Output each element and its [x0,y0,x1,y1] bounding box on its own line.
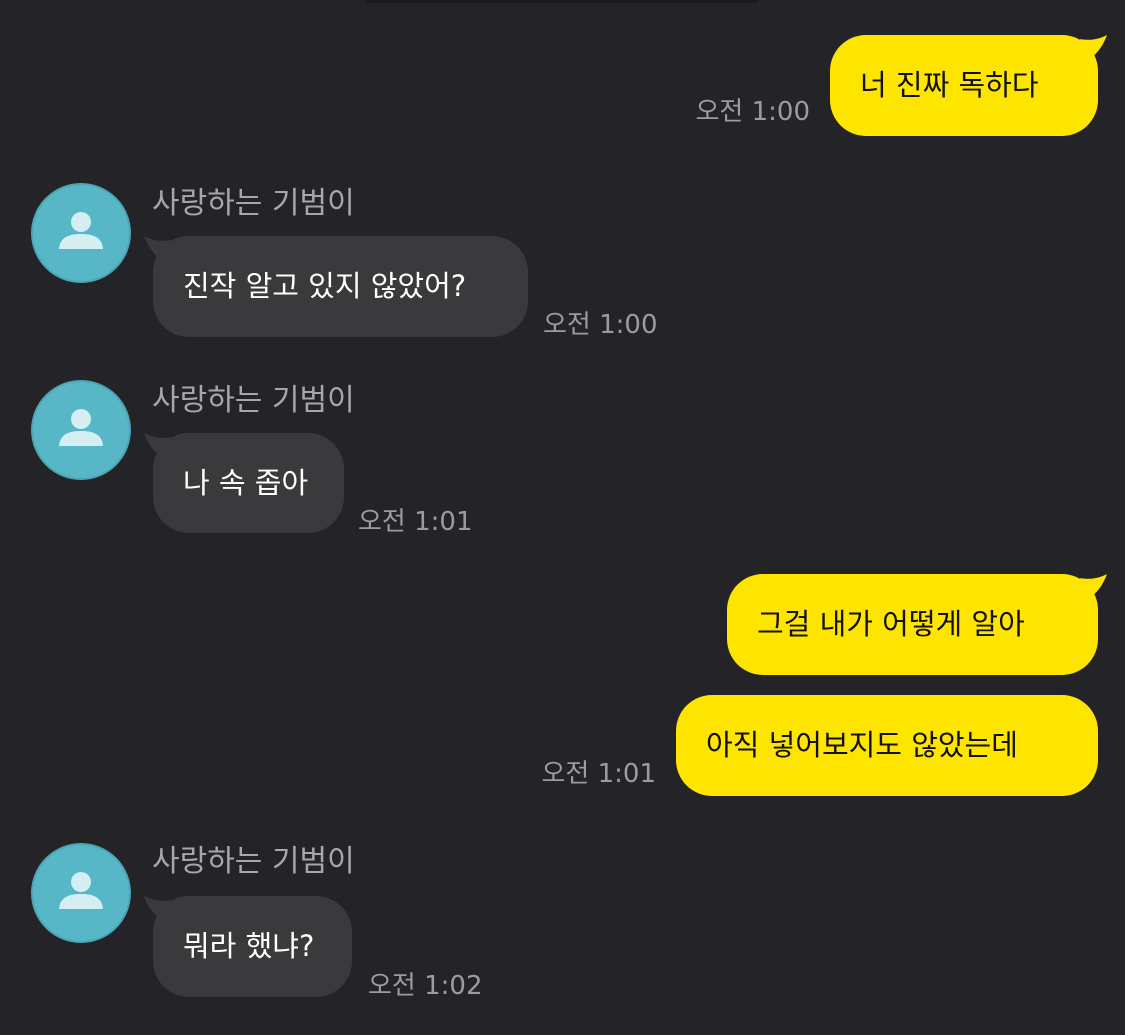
message-text: 나 속 좁아 [183,465,309,500]
my-message-bubble[interactable]: 그걸 내가 어떻게 알아 [727,574,1098,675]
message-text: 진작 알고 있지 않았어? [183,269,467,303]
user-silhouette-icon [59,409,103,446]
message-timestamp: 오전 1:00 [543,310,658,340]
my-message-bubble[interactable]: 아직 넣어보지도 않았는데 [676,695,1098,796]
message-text: 뭐라 했냐? [183,929,315,963]
bubble-tail-icon [1080,574,1107,598]
message-text: 그걸 내가 어떻게 알아 [757,607,1025,641]
user-silhouette-icon [59,212,103,249]
their-message-bubble[interactable]: 뭐라 했냐? [153,896,352,997]
message-text: 너 진짜 독하다 [860,68,1039,102]
sender-name: 사랑하는 기범이 [152,844,355,879]
avatar[interactable] [31,380,131,480]
bubble-tail-icon [1080,35,1107,59]
message-timestamp: 오전 1:02 [368,971,483,1001]
user-silhouette-icon [59,872,103,909]
message-text: 아직 넣어보지도 않았는데 [706,728,1018,762]
their-message-bubble[interactable]: 진작 알고 있지 않았어? [153,236,528,337]
message-timestamp: 오전 1:00 [695,97,811,127]
sender-name: 사랑하는 기범이 [152,383,355,418]
message-timestamp: 오전 1:01 [358,507,473,537]
my-message-bubble[interactable]: 너 진짜 독하다 [830,35,1098,136]
sender-name: 사랑하는 기범이 [152,186,355,221]
message-timestamp: 오전 1:01 [541,759,657,789]
chat-log[interactable]: 너 진짜 독하다 오전 1:00 사랑하는 기범이 진작 알고 있지 않았어? … [0,0,1125,1035]
avatar[interactable] [31,843,131,943]
their-message-bubble[interactable]: 나 속 좁아 [153,433,344,533]
avatar[interactable] [31,183,131,283]
